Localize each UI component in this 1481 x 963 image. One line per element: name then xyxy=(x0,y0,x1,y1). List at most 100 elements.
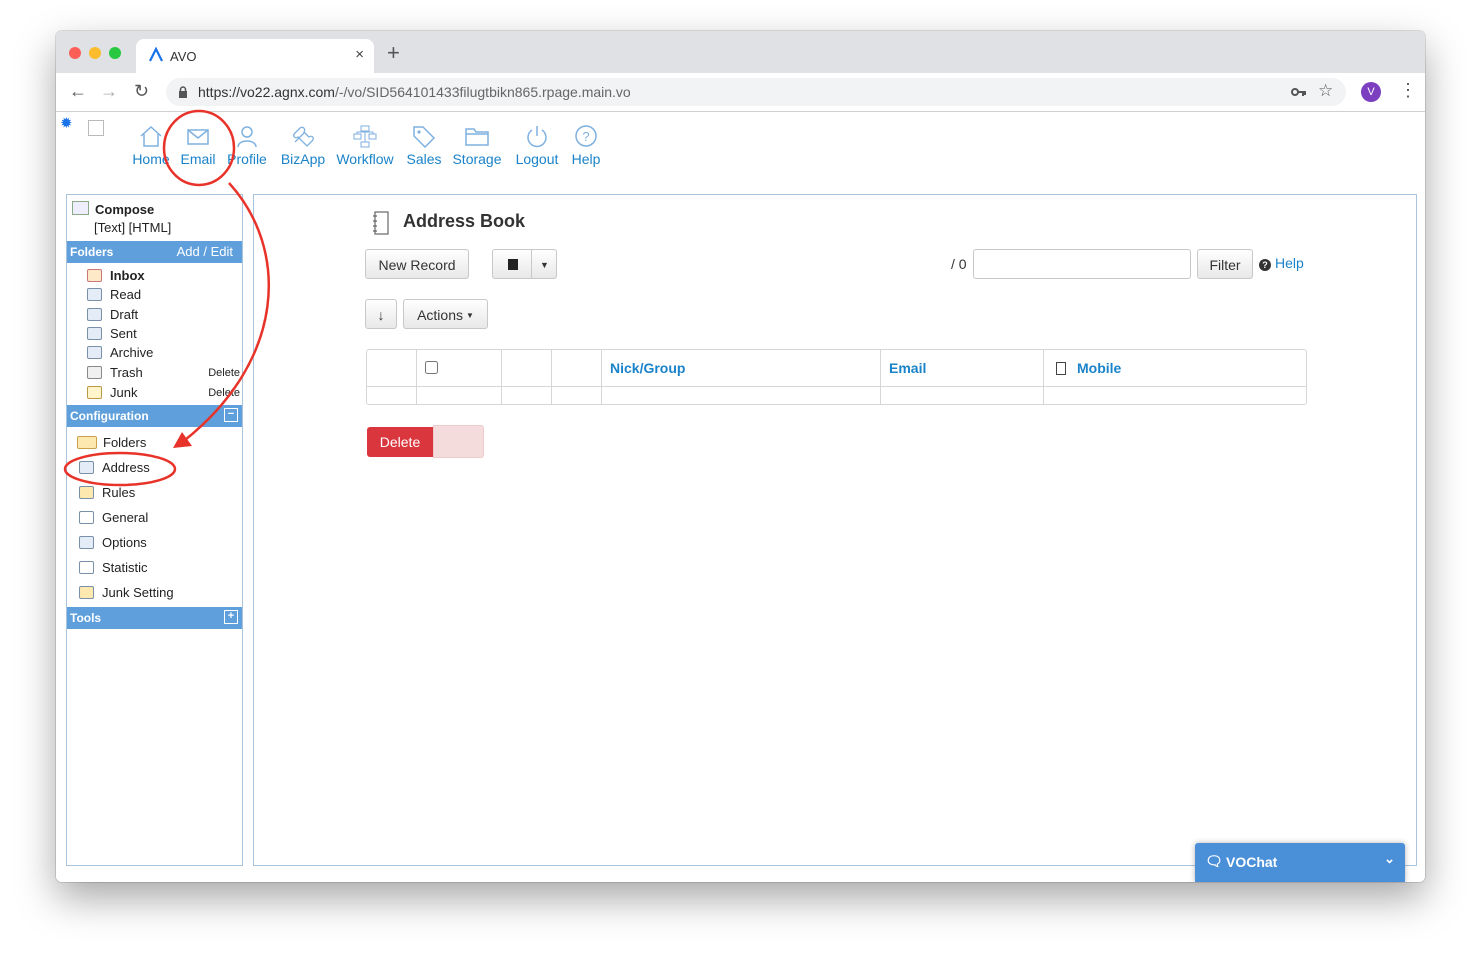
address-card-icon xyxy=(79,461,94,474)
nav-bizapp[interactable]: BizApp xyxy=(278,124,328,167)
sidebar-item-label: Statistic xyxy=(102,560,148,575)
vochat-widget[interactable]: 🗨 VOChat ⌄ xyxy=(1195,843,1405,882)
sidebar-item-junk[interactable]: Junk xyxy=(87,384,137,402)
profile-avatar[interactable]: V xyxy=(1361,82,1381,102)
minimize-window-button[interactable] xyxy=(89,47,101,59)
rules-icon xyxy=(79,486,94,499)
folders-header-label: Folders xyxy=(70,245,114,259)
select-all-cell xyxy=(417,350,502,386)
lock-icon xyxy=(179,86,187,98)
record-count: / 0 xyxy=(951,256,967,272)
main-panel: Address Book New Record ▼ / 0 Filter ? He… xyxy=(253,194,1417,866)
nav-home[interactable]: Home xyxy=(131,124,171,167)
tab-strip: AVO × + xyxy=(56,31,1425,73)
filter-button[interactable]: Filter xyxy=(1197,249,1253,279)
new-tab-button[interactable]: + xyxy=(387,42,400,64)
configuration-header-label: Configuration xyxy=(70,409,149,423)
nav-bizapp-label: BizApp xyxy=(280,151,326,167)
folders-icon xyxy=(77,436,97,449)
gear-icon[interactable]: ✹ xyxy=(60,114,73,132)
maximize-window-button[interactable] xyxy=(109,47,121,59)
sidebar-item-junk-setting[interactable]: Junk Setting xyxy=(79,584,174,602)
tab-close-icon[interactable]: × xyxy=(355,46,364,63)
tag-icon xyxy=(413,126,436,148)
nav-storage-label: Storage xyxy=(452,151,502,167)
column-header-email[interactable]: Email xyxy=(889,360,926,376)
nav-profile[interactable]: Profile xyxy=(225,124,269,167)
junk-delete-link[interactable]: Delete xyxy=(208,387,240,399)
read-mail-icon xyxy=(87,288,102,301)
expand-icon[interactable]: + xyxy=(224,610,238,624)
avo-logo-icon xyxy=(149,47,163,62)
svg-text:?: ? xyxy=(582,129,589,144)
folder-icon xyxy=(465,128,489,146)
sidebar-item-options[interactable]: Options xyxy=(79,534,147,552)
nav-logout-label: Logout xyxy=(515,151,559,167)
bookmark-star-icon[interactable]: ☆ xyxy=(1318,81,1333,101)
nav-email[interactable]: Email xyxy=(178,124,218,167)
column-header-mobile[interactable]: Mobile xyxy=(1077,360,1121,376)
url-host: https://vo22.agnx.com xyxy=(198,84,335,100)
compose-format-links[interactable]: [Text] [HTML] xyxy=(94,220,171,235)
chevron-down-icon[interactable]: ⌄ xyxy=(1384,851,1395,867)
close-window-button[interactable] xyxy=(69,47,81,59)
sidebar-item-statistic[interactable]: Statistic xyxy=(79,559,148,577)
broken-image-icon xyxy=(88,120,104,136)
chat-bubble-icon: 🗨 xyxy=(1205,853,1223,869)
browser-tab[interactable]: AVO × xyxy=(136,39,374,73)
sidebar-item-sent[interactable]: Sent xyxy=(87,325,137,343)
configuration-header: Configuration − xyxy=(67,405,242,427)
column-header-nick-group[interactable]: Nick/Group xyxy=(610,360,685,376)
mobile-phone-icon xyxy=(1056,362,1066,375)
question-icon: ? xyxy=(575,125,597,147)
sidebar-item-general[interactable]: General xyxy=(79,509,148,527)
nav-logout[interactable]: Logout xyxy=(513,124,561,167)
key-icon[interactable] xyxy=(1291,87,1307,97)
nav-storage[interactable]: Storage xyxy=(451,124,503,167)
sidebar-item-draft[interactable]: Draft xyxy=(87,306,138,324)
help-link[interactable]: ? Help xyxy=(1259,255,1304,271)
sidebar-item-trash[interactable]: Trash xyxy=(87,364,143,382)
tools-header: Tools + xyxy=(67,607,242,629)
bar-chart-icon xyxy=(79,561,94,574)
address-book-icon xyxy=(373,211,389,235)
sidebar-item-read[interactable]: Read xyxy=(87,286,141,304)
sidebar-item-archive[interactable]: Archive xyxy=(87,344,153,362)
actions-label: Actions xyxy=(417,307,463,323)
help-label: Help xyxy=(1275,255,1304,271)
reload-icon[interactable]: ↻ xyxy=(134,81,149,101)
home-icon xyxy=(140,125,162,147)
browser-menu-icon[interactable]: ⋮ xyxy=(1399,80,1417,101)
inbox-icon xyxy=(87,269,102,282)
delete-confirm-area[interactable] xyxy=(433,425,484,458)
sidebar-item-folders[interactable]: Folders xyxy=(77,434,146,452)
sidebar-item-inbox[interactable]: Inbox xyxy=(87,267,145,285)
nav-sales[interactable]: Sales xyxy=(404,124,444,167)
nav-workflow[interactable]: Workflow xyxy=(335,124,395,167)
folders-add-edit-link[interactable]: Add / Edit xyxy=(177,241,233,263)
forward-icon[interactable]: → xyxy=(100,81,118,101)
page-content: ✹ Home Email Profile BizApp Workflow Sal… xyxy=(56,112,1425,882)
compose-link[interactable]: Compose xyxy=(72,201,154,217)
actions-dropdown[interactable]: Actions ▼ xyxy=(403,299,488,329)
sort-button[interactable]: ↓ xyxy=(365,299,397,329)
address-bar[interactable]: https://vo22.agnx.com/-/vo/SID564101433f… xyxy=(166,78,1346,106)
trash-delete-link[interactable]: Delete xyxy=(208,367,240,379)
delete-button[interactable]: Delete xyxy=(367,427,433,457)
sidebar-item-label: Rules xyxy=(102,485,136,500)
collapse-icon[interactable]: − xyxy=(224,408,238,422)
nav-help[interactable]: ? Help xyxy=(568,124,604,167)
caret-down-icon: ▼ xyxy=(540,260,549,270)
back-icon[interactable]: ← xyxy=(69,81,87,101)
select-all-checkbox[interactable] xyxy=(425,361,438,374)
vochat-label: VOChat xyxy=(1226,854,1278,870)
compose-icon xyxy=(72,201,89,215)
sidebar-item-rules[interactable]: Rules xyxy=(79,484,135,502)
new-record-button[interactable]: New Record xyxy=(365,249,469,279)
address-table: Nick/Group Email Mobile xyxy=(366,349,1307,405)
help-circle-icon: ? xyxy=(1259,259,1271,271)
sidebar-item-address[interactable]: Address xyxy=(79,459,150,477)
sidebar-item-label: Junk xyxy=(110,385,138,400)
view-toggle-button[interactable]: ▼ xyxy=(492,249,557,279)
filter-input[interactable] xyxy=(973,249,1191,279)
